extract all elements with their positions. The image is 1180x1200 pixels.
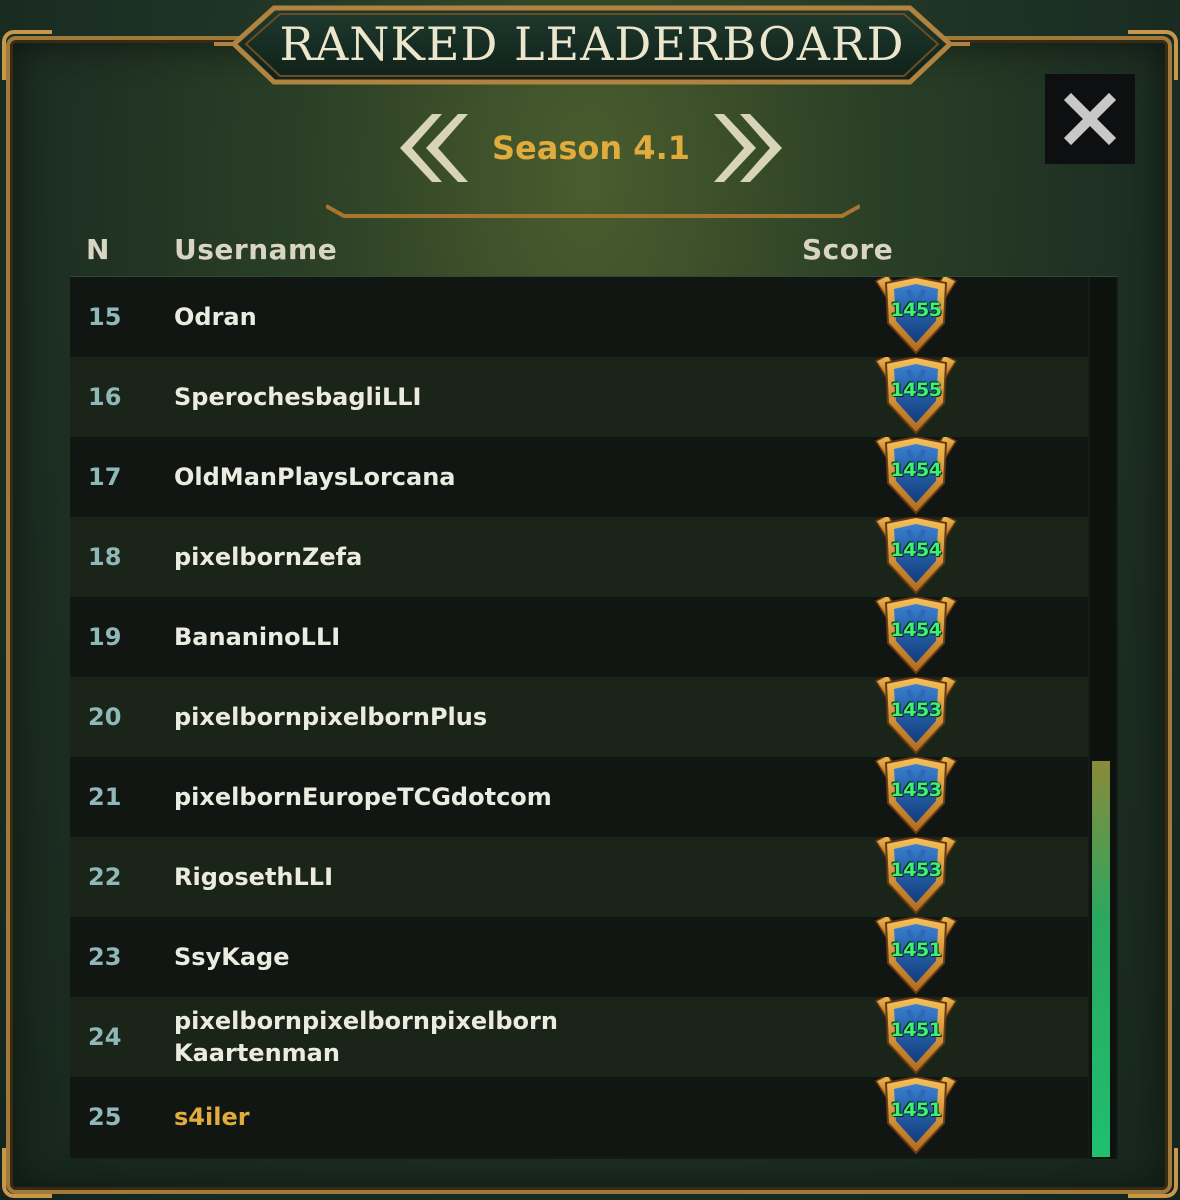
- prev-season-button[interactable]: [396, 110, 468, 186]
- leaderboard-row[interactable]: 24 pixelbornpixelbornpixelborn Kaartenman…: [70, 994, 1088, 1077]
- row-score: 1455: [890, 299, 942, 321]
- rank-shield-icon: 1454: [872, 431, 960, 517]
- close-button[interactable]: [1045, 74, 1135, 164]
- leaderboard-row[interactable]: 23 SsyKage 1451: [70, 914, 1088, 997]
- row-username: OldManPlaysLorcana: [174, 463, 456, 491]
- frame-corner: [2, 30, 52, 80]
- leaderboard-row[interactable]: 15 Odran 1455: [70, 277, 1088, 357]
- rank-shield-icon: 1451: [872, 911, 960, 997]
- row-rank: 17: [88, 463, 122, 491]
- rank-shield-icon: 1455: [872, 351, 960, 437]
- rank-shield-icon: 1453: [872, 831, 960, 917]
- row-score: 1453: [890, 779, 942, 801]
- rank-shield-icon: 1453: [872, 671, 960, 757]
- row-username: pixelbornpixelbornpixelborn Kaartenman: [174, 1007, 558, 1067]
- row-username: BananinoLLI: [174, 623, 341, 651]
- leaderboard-row[interactable]: 18 pixelbornZefa 1454: [70, 514, 1088, 597]
- leaderboard-list[interactable]: 25 s4iler 1451 24 pixelbornpixelbornpixelbo…: [70, 276, 1118, 1159]
- chevron-double-right-icon: [714, 114, 782, 182]
- leaderboard-row[interactable]: 21 pixelbornEuropeTCGdotcom 1453: [70, 754, 1088, 837]
- row-rank: 24: [88, 1023, 122, 1051]
- row-score: 1455: [890, 379, 942, 401]
- row-rank: 16: [88, 383, 122, 411]
- close-icon: [1063, 92, 1117, 146]
- page-title: RANKED LEADERBOARD: [279, 17, 905, 71]
- rank-shield-icon: 1453: [872, 751, 960, 837]
- row-username: RigosethLLI: [174, 863, 334, 891]
- rank-shield-icon: 1455: [872, 277, 960, 357]
- rank-shield-icon: 1451: [872, 991, 960, 1077]
- leaderboard-row[interactable]: 20 pixelbornpixelbornPlus 1453: [70, 674, 1088, 757]
- row-rank: 19: [88, 623, 122, 651]
- frame-corner: [2, 1148, 52, 1198]
- leaderboard-row[interactable]: 22 RigosethLLI 1453: [70, 834, 1088, 917]
- row-rank: 25: [88, 1103, 122, 1131]
- row-score: 1454: [890, 459, 942, 481]
- divider: [326, 204, 860, 218]
- leaderboard-row[interactable]: 16 SperochesbagliLLI 1455: [70, 354, 1088, 437]
- row-score: 1451: [890, 939, 942, 961]
- row-rank: 18: [88, 543, 122, 571]
- row-score: 1453: [890, 859, 942, 881]
- next-season-button[interactable]: [714, 110, 786, 186]
- row-score: 1453: [890, 699, 942, 721]
- row-score: 1451: [890, 1019, 942, 1041]
- row-rank: 23: [88, 943, 122, 971]
- row-rank: 21: [88, 783, 122, 811]
- column-header-score: Score: [802, 233, 894, 266]
- leaderboard-row[interactable]: 17 OldManPlaysLorcana 1454: [70, 434, 1088, 517]
- season-selector: Season 4.1: [396, 110, 786, 186]
- row-username: pixelbornpixelbornPlus: [174, 703, 488, 731]
- leaderboard-row[interactable]: 25 s4iler 1451: [70, 1074, 1088, 1157]
- column-header-username: Username: [174, 233, 338, 266]
- leaderboard-row[interactable]: 19 BananinoLLI 1454: [70, 594, 1088, 677]
- row-username: SsyKage: [174, 943, 290, 971]
- title-banner: RANKED LEADERBOARD: [214, 0, 970, 90]
- chevron-double-left-icon: [400, 114, 468, 182]
- frame-corner: [1128, 30, 1178, 80]
- row-username: s4iler: [174, 1103, 250, 1131]
- rank-shield-icon: 1451: [872, 1071, 960, 1157]
- row-rank: 20: [88, 703, 122, 731]
- row-rank: 15: [88, 303, 122, 331]
- scrollbar-thumb[interactable]: [1092, 761, 1110, 1157]
- row-username: pixelbornEuropeTCGdotcom: [174, 783, 552, 811]
- row-rank: 22: [88, 863, 122, 891]
- rank-shield-icon: 1454: [872, 511, 960, 597]
- row-score: 1454: [890, 539, 942, 561]
- season-label: Season 4.1: [492, 129, 690, 167]
- row-username: Odran: [174, 303, 257, 331]
- row-score: 1451: [890, 1099, 942, 1121]
- row-score: 1454: [890, 619, 942, 641]
- row-username: pixelbornZefa: [174, 543, 363, 571]
- rank-shield-icon: 1454: [872, 591, 960, 677]
- row-username: SperochesbagliLLI: [174, 383, 422, 411]
- frame-corner: [1128, 1148, 1178, 1198]
- column-header-rank: N: [86, 233, 110, 266]
